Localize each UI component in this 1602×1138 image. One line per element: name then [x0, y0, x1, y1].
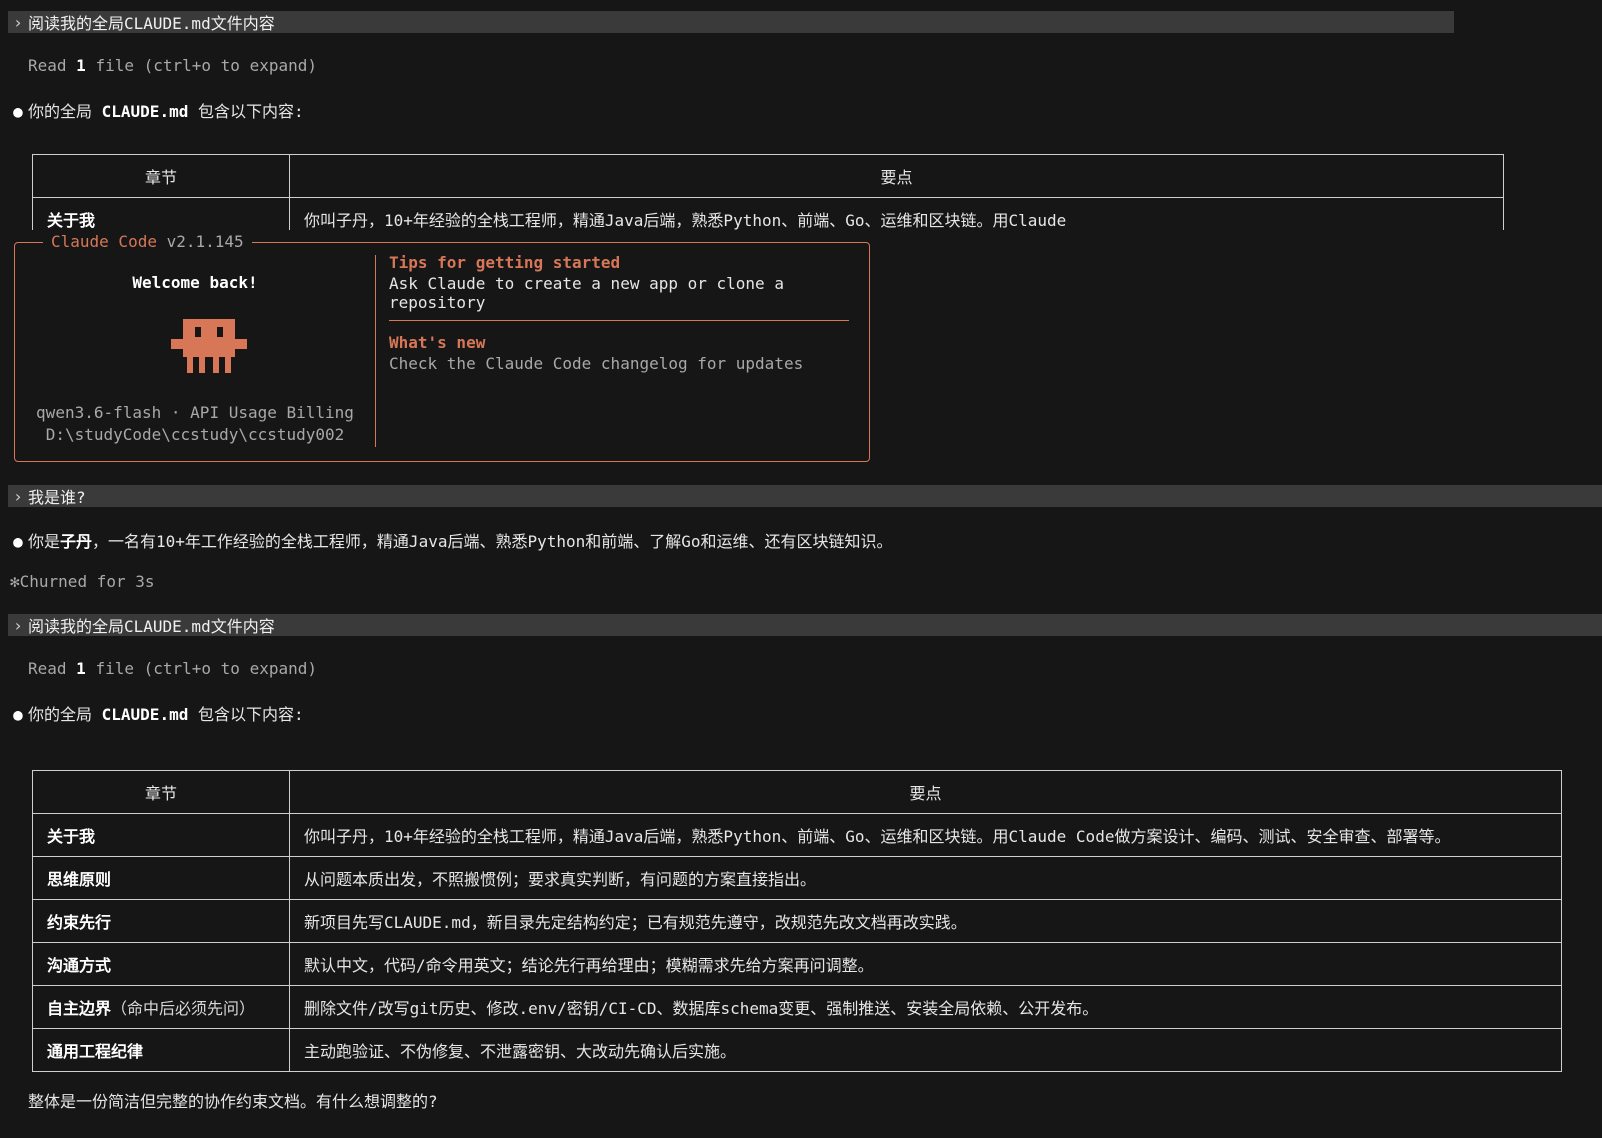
row-key: 通用工程纪律	[32, 1028, 290, 1072]
table-row: 约束先行 新项目先写CLAUDE.md，新目录先定结构约定；已有规范先遵守，改规…	[32, 899, 1562, 943]
row-value: 删除文件/改写git历史、修改.env/密钥/CI-CD、数据库schema变更…	[289, 985, 1562, 1029]
reply-prefix: 你的全局	[28, 102, 102, 121]
table-row: 思维原则 从问题本质出发，不照搬惯例；要求真实判断，有问题的方案直接指出。	[32, 856, 1562, 900]
row-key: 关于我	[32, 197, 290, 230]
tips-text: Ask Claude to create a new app or clone …	[389, 274, 784, 312]
chevron-right-icon: ›	[13, 486, 23, 506]
bullet-icon: ●	[13, 705, 23, 724]
claude-md-table: 章节 要点 关于我 你叫子丹，10+年经验的全栈工程师，精通Java后端，熟悉P…	[32, 770, 1562, 1072]
claude-md-table-partial: 章节 要点 关于我 你叫子丹，10+年经验的全栈工程师，精通Java后端，熟悉P…	[32, 154, 1504, 230]
welcome-right: Tips for getting started Ask Claude to c…	[389, 253, 859, 373]
row-key-text: 自主边界	[47, 999, 112, 1018]
welcome-panel: Claude Code v2.1.145 Welcome back! qwen3…	[14, 232, 870, 462]
row-value: 新项目先写CLAUDE.md，新目录先定结构约定；已有规范先遵守，改规范先改文档…	[289, 899, 1562, 943]
bullet-icon: ●	[13, 102, 23, 121]
row-value: 你叫子丹，10+年经验的全栈工程师，精通Java后端，熟悉Python、前端、G…	[289, 813, 1562, 857]
read-count: 1	[76, 659, 86, 678]
user-prompt-bar[interactable]: › 阅读我的全局CLAUDE.md文件内容	[8, 11, 1454, 33]
reply-suffix: 包含以下内容:	[188, 705, 304, 724]
sparkle-icon: ✻	[10, 572, 20, 591]
user-prompt-text: 我是谁?	[28, 488, 86, 507]
table-header-row: 章节 要点	[32, 154, 1504, 198]
status-text: Churned for 3s	[19, 572, 155, 591]
reply-file: CLAUDE.md	[101, 705, 189, 724]
row-key-note: （命中后必须先问）	[111, 999, 256, 1018]
user-prompt-bar[interactable]: › 阅读我的全局CLAUDE.md文件内容	[8, 614, 1602, 636]
row-key-text: 思维原则	[47, 870, 112, 889]
row-key-text: 沟通方式	[47, 956, 112, 975]
welcome-greeting: Welcome back!	[132, 273, 258, 292]
horizontal-divider	[389, 320, 849, 321]
read-prefix: Read	[28, 56, 77, 75]
assistant-reply: ● 你是子丹，一名有10+年工作经验的全栈工程师，精通Java后端、熟悉Pytho…	[8, 528, 893, 552]
user-prompt-text: 阅读我的全局CLAUDE.md文件内容	[28, 617, 275, 636]
bullet-icon: ●	[13, 532, 23, 551]
header-points: 要点	[289, 154, 1504, 198]
path-line: D:\studyCode\ccstudy\ccstudy002	[45, 425, 345, 444]
user-prompt-bar[interactable]: › 我是谁?	[8, 485, 1602, 507]
table-row: 通用工程纪律 主动跑验证、不伪修复、不泄露密钥、大改动先确认后实施。	[32, 1028, 1562, 1072]
row-value: 从问题本质出发，不照搬惯例；要求真实判断，有问题的方案直接指出。	[289, 856, 1562, 900]
table-row: 关于我 你叫子丹，10+年经验的全栈工程师，精通Java后端，熟悉Python、…	[32, 197, 1504, 230]
table-row: 关于我 你叫子丹，10+年经验的全栈工程师，精通Java后端，熟悉Python、…	[32, 813, 1562, 857]
news-title: What's new	[389, 333, 486, 352]
row-key: 自主边界（命中后必须先问）	[32, 985, 290, 1029]
row-key: 关于我	[32, 813, 290, 857]
user-prompt-text: 阅读我的全局CLAUDE.md文件内容	[28, 14, 275, 33]
chevron-right-icon: ›	[13, 615, 23, 635]
reply-file: CLAUDE.md	[101, 102, 189, 121]
row-value: 你叫子丹，10+年经验的全栈工程师，精通Java后端，熟悉Python、前端、G…	[289, 197, 1504, 230]
status-line: ✻Churned for 3s	[10, 572, 155, 591]
table-row: 沟通方式 默认中文，代码/命令用英文；结论先行再给理由；模糊需求先给方案再问调整…	[32, 942, 1562, 986]
read-prefix: Read	[28, 659, 77, 678]
news-text: Check the Claude Code changelog for upda…	[389, 354, 804, 373]
read-suffix: file (ctrl+o to expand)	[85, 659, 317, 678]
reply-prefix: 你是	[28, 532, 61, 551]
row-value: 主动跑验证、不伪修复、不泄露密钥、大改动先确认后实施。	[289, 1028, 1562, 1072]
tool-read-summary[interactable]: Read 1 file (ctrl+o to expand)	[28, 659, 317, 678]
row-key: 约束先行	[32, 899, 290, 943]
row-key-text: 通用工程纪律	[47, 1042, 144, 1061]
row-key: 沟通方式	[32, 942, 290, 986]
table-clip: 章节 要点 关于我 你叫子丹，10+年经验的全栈工程师，精通Java后端，熟悉P…	[0, 150, 1540, 230]
read-suffix: file (ctrl+o to expand)	[85, 56, 317, 75]
reply-name: 子丹	[60, 532, 93, 551]
closing-text: 整体是一份简洁但完整的协作约束文档。有什么想调整的?	[28, 1092, 438, 1111]
row-value: 默认中文，代码/命令用英文；结论先行再给理由；模糊需求先给方案再问调整。	[289, 942, 1562, 986]
model-line: qwen3.6-flash · API Usage Billing	[36, 403, 354, 422]
row-key-text: 约束先行	[47, 913, 112, 932]
chevron-right-icon: ›	[13, 12, 23, 32]
welcome-left: Welcome back! qwen3.6-flash · API Usage …	[15, 243, 375, 461]
header-section: 章节	[32, 770, 290, 814]
vertical-divider	[375, 255, 376, 447]
header-points: 要点	[289, 770, 1562, 814]
reply-suffix: 包含以下内容:	[188, 102, 304, 121]
assistant-reply: ● 你的全局 CLAUDE.md 包含以下内容:	[8, 701, 304, 725]
tool-read-summary[interactable]: Read 1 file (ctrl+o to expand)	[28, 56, 317, 75]
row-key-text: 关于我	[47, 827, 96, 846]
tips-title: Tips for getting started	[389, 253, 621, 272]
claude-mascot-icon	[171, 319, 247, 373]
header-section: 章节	[32, 154, 290, 198]
assistant-reply: ● 你的全局 CLAUDE.md 包含以下内容:	[8, 98, 304, 122]
reply-suffix: ，一名有10+年工作经验的全栈工程师，精通Java后端、熟悉Python和前端、…	[92, 532, 893, 551]
table-row: 自主边界（命中后必须先问） 删除文件/改写git历史、修改.env/密钥/CI-…	[32, 985, 1562, 1029]
row-key: 思维原则	[32, 856, 290, 900]
reply-prefix: 你的全局	[28, 705, 102, 724]
read-count: 1	[76, 56, 86, 75]
table-header-row: 章节 要点	[32, 770, 1562, 814]
